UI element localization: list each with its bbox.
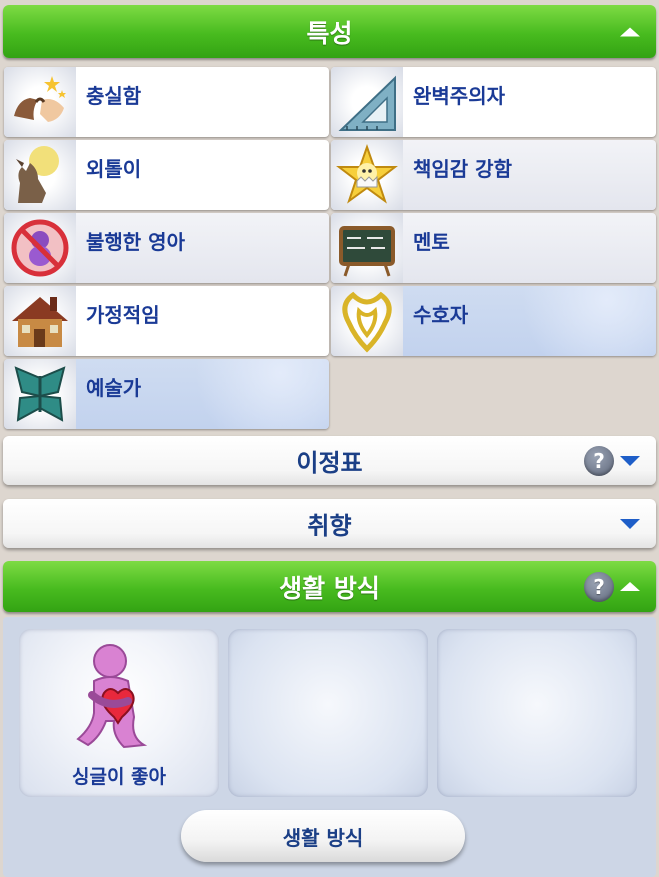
- trait-label: 멘토: [413, 230, 450, 254]
- trait-loner[interactable]: 외톨이: [4, 140, 329, 210]
- help-icon[interactable]: ?: [584, 445, 614, 476]
- traits-title: 특성: [306, 18, 353, 48]
- lifestyle-title: 생활 방식: [279, 573, 380, 603]
- trait-artist[interactable]: 예술가: [4, 359, 329, 429]
- set-square-ruler-icon: [331, 67, 403, 137]
- trait-unhappy-infant[interactable]: 불행한 영아: [4, 213, 329, 283]
- preferences-header[interactable]: 취향: [3, 499, 656, 548]
- chick-star-icon: [331, 140, 403, 210]
- lifestyle-header[interactable]: 생활 방식 ?: [3, 561, 656, 612]
- lifestyle-slot-label: 싱글이 좋아: [71, 766, 166, 788]
- trait-label: 충실함: [86, 84, 142, 108]
- trait-responsible[interactable]: 책임감 강함: [331, 140, 656, 210]
- lifestyle-button[interactable]: 생활 방식: [181, 810, 465, 862]
- trait-label: 완벽주의자: [413, 84, 505, 108]
- lifestyle-slot-3[interactable]: [437, 629, 637, 797]
- trait-mentor[interactable]: 멘토: [331, 213, 656, 283]
- help-icon[interactable]: ?: [584, 571, 614, 602]
- trait-perfectionist[interactable]: 완벽주의자: [331, 67, 656, 137]
- howling-wolf-icon: [4, 140, 76, 210]
- preferences-title: 취향: [307, 512, 352, 540]
- trait-label: 가정적임: [86, 303, 160, 327]
- gold-shield-emblem-icon: [331, 286, 403, 356]
- milestones-title: 이정표: [296, 449, 363, 477]
- trait-family-oriented[interactable]: 가정적임: [4, 286, 329, 356]
- lifestyle-slot-1[interactable]: 싱글이 좋아: [19, 629, 219, 797]
- hugging-heart-figure-icon: [76, 644, 148, 749]
- expand-arrow-icon[interactable]: [620, 455, 640, 466]
- trait-guardian[interactable]: 수호자: [331, 286, 656, 356]
- pinky-promise-icon: [4, 67, 76, 137]
- trait-label: 책임감 강함: [413, 157, 512, 181]
- chalkboard-icon: [331, 213, 403, 283]
- trait-loyal[interactable]: 충실함: [4, 67, 329, 137]
- milestones-header[interactable]: 이정표 ?: [3, 436, 656, 485]
- traits-header[interactable]: 특성: [3, 5, 656, 58]
- no-baby-icon: [4, 213, 76, 283]
- trait-label: 수호자: [413, 303, 469, 327]
- collapse-arrow-icon[interactable]: [620, 27, 640, 36]
- lifestyle-slot-2[interactable]: [228, 629, 428, 797]
- trait-label: 불행한 영아: [86, 230, 185, 254]
- trait-label: 외톨이: [86, 157, 142, 181]
- expand-arrow-icon[interactable]: [620, 518, 640, 529]
- house-icon: [4, 286, 76, 356]
- trait-label: 예술가: [86, 376, 142, 400]
- butterfly-icon: [4, 359, 76, 429]
- collapse-arrow-icon[interactable]: [620, 582, 640, 591]
